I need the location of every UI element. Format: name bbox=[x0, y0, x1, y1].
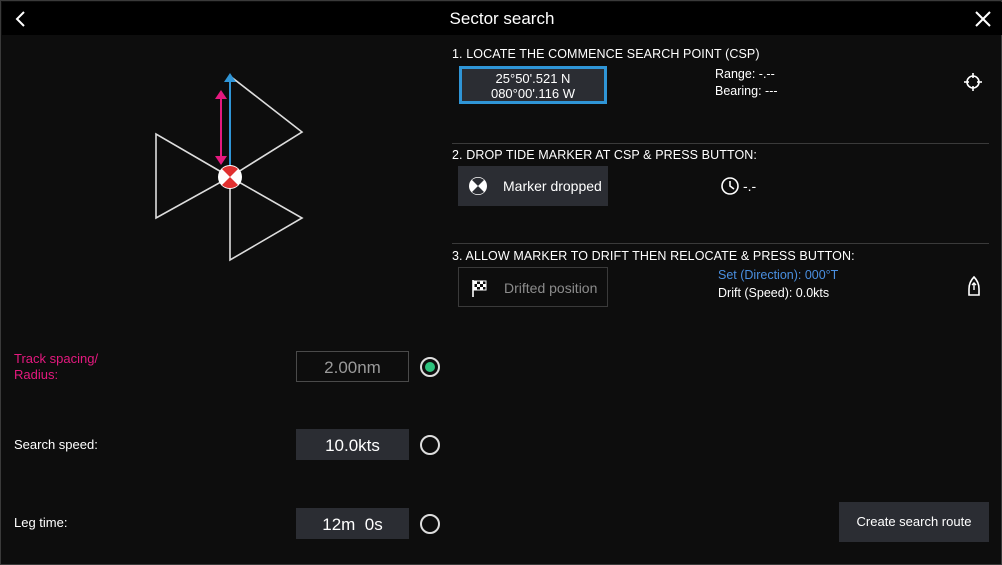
leg-time-label: Leg time: bbox=[14, 515, 68, 530]
checkered-flag-icon bbox=[472, 280, 487, 297]
marker-dropped-button[interactable]: Marker dropped bbox=[458, 166, 608, 206]
sector-search-dialog: Sector search Track spacing/ Radius: 2.0… bbox=[0, 0, 1002, 565]
clock-icon bbox=[721, 177, 739, 195]
drifted-position-button[interactable]: Drifted position bbox=[458, 267, 608, 307]
marker-dropped-label: Marker dropped bbox=[503, 178, 602, 194]
range-readout: Range: -.-- bbox=[715, 67, 775, 81]
track-spacing-field[interactable]: 2.00nm bbox=[296, 351, 409, 382]
drift-speed-readout: Drift (Speed): 0.0kts bbox=[718, 286, 830, 300]
vessel-heading-icon bbox=[968, 275, 980, 296]
search-speed-label: Search speed: bbox=[14, 437, 98, 452]
create-search-route-button[interactable]: Create search route bbox=[839, 502, 989, 542]
search-speed-radio[interactable] bbox=[420, 435, 440, 455]
csp-position-button[interactable]: 25°50'.521 N 080°00'.116 W bbox=[459, 66, 607, 104]
track-spacing-radio[interactable] bbox=[420, 357, 440, 377]
section-divider bbox=[452, 243, 989, 244]
close-icon bbox=[975, 11, 991, 27]
header-bar: Sector search bbox=[2, 2, 1002, 35]
leg-time-radio[interactable] bbox=[420, 514, 440, 534]
leg-time-field[interactable]: 12m 0s bbox=[296, 508, 409, 539]
track-spacing-label: Track spacing/ Radius: bbox=[14, 351, 99, 382]
marker-buoy-icon bbox=[469, 177, 487, 195]
bearing-readout: Bearing: --- bbox=[715, 84, 778, 98]
page-title: Sector search bbox=[449, 9, 555, 28]
step2-heading: 2. DROP TIDE MARKER AT CSP & PRESS BUTTO… bbox=[452, 148, 757, 162]
step1-heading: 1. LOCATE THE COMMENCE SEARCH POINT (CSP… bbox=[452, 47, 760, 61]
crosshair-icon[interactable] bbox=[963, 72, 983, 92]
search-speed-field[interactable]: 10.0kts bbox=[296, 429, 409, 460]
step3-heading: 3. ALLOW MARKER TO DRIFT THEN RELOCATE &… bbox=[452, 249, 855, 263]
csp-latitude: 25°50'.521 N bbox=[495, 71, 571, 86]
sector-pattern-diagram bbox=[155, 73, 304, 262]
drift-timer: -.- bbox=[743, 178, 757, 194]
set-direction-readout: Set (Direction): 000°T bbox=[718, 268, 839, 282]
section-divider bbox=[452, 143, 989, 144]
close-button[interactable] bbox=[972, 8, 994, 30]
drifted-position-label: Drifted position bbox=[504, 280, 598, 296]
csp-longitude: 080°00'.116 W bbox=[490, 86, 576, 101]
